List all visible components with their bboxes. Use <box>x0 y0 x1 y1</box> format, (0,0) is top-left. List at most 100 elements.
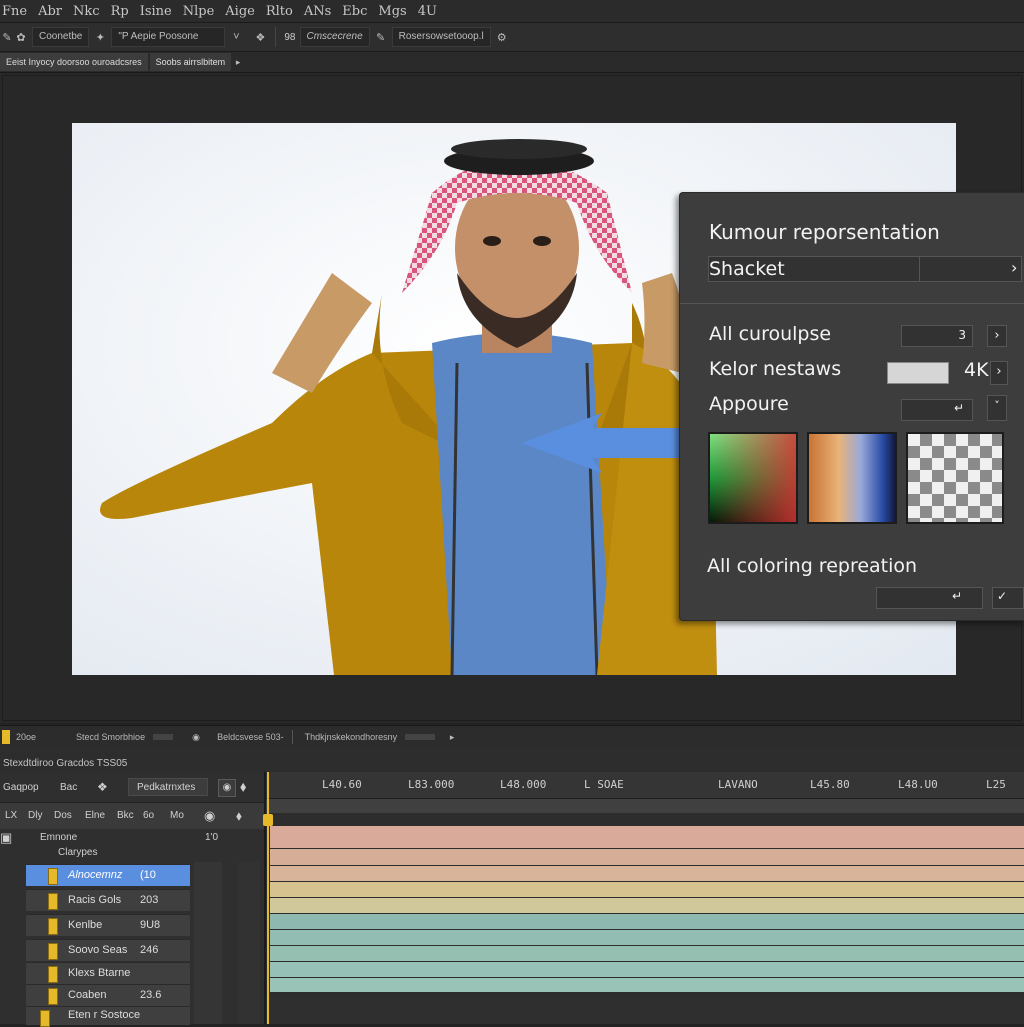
track-bar[interactable] <box>270 898 1024 913</box>
column-header: Bkc <box>117 810 134 821</box>
playhead[interactable] <box>267 772 269 1024</box>
mode-field[interactable]: Cmscecrene <box>299 27 370 47</box>
row2-value: 4K <box>964 359 989 381</box>
pin-icon[interactable]: ❖ <box>253 31 267 44</box>
row2-arrow-button[interactable]: › <box>990 361 1008 385</box>
warning-indicator <box>2 730 10 744</box>
timecode-label: L SOAE <box>584 778 624 791</box>
menu-item-edit[interactable]: Abr <box>38 4 73 19</box>
pencil-icon[interactable]: ✎ <box>374 31 388 44</box>
column-header: Elne <box>85 810 106 821</box>
divider <box>919 257 920 281</box>
row2-color-swatch[interactable] <box>887 362 949 384</box>
menu-item-layer[interactable]: Rp <box>111 4 140 19</box>
document-tab[interactable]: Eeist Inyocy doorsoo ouroadcsres <box>0 53 148 71</box>
layer-name: Kenlbe <box>68 919 103 931</box>
track-bar[interactable] <box>270 826 1024 848</box>
property-column <box>194 862 222 1024</box>
row1-arrow-button[interactable]: › <box>987 325 1007 347</box>
panel-tab[interactable]: Pedkatrnxtes <box>128 778 208 796</box>
layer-value: 23.6 <box>140 989 162 1001</box>
menu-item-3d[interactable]: Rlto <box>266 4 304 19</box>
row1-field[interactable]: 3 <box>901 325 973 347</box>
divider <box>291 730 293 744</box>
layer-value: 203 <box>140 894 159 906</box>
film-icon[interactable]: ▣ <box>0 830 18 854</box>
menu-item-view[interactable]: ANs <box>304 4 342 19</box>
record-icon[interactable]: ◉ <box>204 808 215 824</box>
track-bar[interactable] <box>270 866 1024 881</box>
swatch-green-red[interactable] <box>708 432 798 524</box>
layer-row-selected[interactable]: Alnocemnz (10 <box>26 864 190 886</box>
track-bar[interactable] <box>270 930 1024 945</box>
lasso-icon[interactable]: ✿ <box>14 31 28 44</box>
menu-item-type[interactable]: Isine <box>140 4 183 19</box>
chevron-right-icon[interactable]: ▸ <box>231 57 245 68</box>
layer-color-chip <box>48 966 58 983</box>
scroll-column[interactable] <box>238 862 260 1024</box>
record-icon[interactable]: ◉ <box>189 732 203 743</box>
track-bar[interactable] <box>270 882 1024 897</box>
zoom-level[interactable]: 20oe <box>16 732 36 742</box>
arrow-right-icon[interactable]: ▸ <box>445 732 459 743</box>
row3-label: Appoure <box>709 393 789 415</box>
option-field[interactable]: Rosersowsetooop.l <box>391 27 491 47</box>
row3-field[interactable]: ↵ <box>901 399 973 421</box>
preset-dropdown[interactable]: "P Aepie Poosone <box>111 27 226 47</box>
layer-row[interactable]: Klexs Btarne <box>26 962 190 984</box>
source-dropdown[interactable]: Shacket › <box>708 256 1022 282</box>
layer-row[interactable]: Racis Gols 203 <box>26 889 190 911</box>
layer-name: Soovo Seas <box>68 944 128 956</box>
menu-item-window[interactable]: Mgs <box>378 4 417 19</box>
mode-column: LX <box>5 810 18 821</box>
layer-color-chip <box>48 943 58 960</box>
menu-item-image[interactable]: Nkc <box>73 4 111 19</box>
chevron-right-icon: › <box>1011 258 1018 277</box>
track-bar[interactable] <box>270 946 1024 961</box>
menu-item-filter[interactable]: Aige <box>225 4 266 19</box>
layer-row[interactable]: Eten r Sostoce <box>26 1006 190 1027</box>
gear-icon[interactable]: ⚙ <box>495 31 509 44</box>
status-detail: Thdkjnskekondhoresny <box>304 732 398 742</box>
menu-item-help[interactable]: 4U <box>418 4 448 19</box>
work-area-bar[interactable] <box>266 799 1024 813</box>
timecode-label: L83.000 <box>408 778 455 791</box>
track-bar[interactable] <box>270 962 1024 977</box>
row2-label: Kelor nestaws <box>709 358 842 380</box>
return-icon: ↵ <box>951 589 962 603</box>
camera-icon[interactable]: ◉ <box>218 779 236 797</box>
compass-icon[interactable]: ❖ <box>97 780 108 794</box>
time-ruler[interactable]: L40.60 L83.000 L48.000 L SOAE LAVANO L45… <box>266 772 1024 799</box>
column-header-row: LX Dly Dos Elne Bkc 6o Mo ◉ ⬧ <box>0 802 264 829</box>
column-header: 6o <box>143 810 155 821</box>
track-empty-area[interactable] <box>266 996 1024 1024</box>
timecode-label: L48.U0 <box>898 778 938 791</box>
confirm-button[interactable]: ✓ <box>992 587 1024 609</box>
brush-icon[interactable]: ✎ <box>0 31 14 44</box>
diamond-icon[interactable]: ⬧ <box>240 778 246 795</box>
status-slider[interactable] <box>405 734 436 740</box>
status-info: Stecd Smorbhioe <box>76 732 146 742</box>
chevron-down-icon[interactable]: ˅ <box>229 31 243 43</box>
swatch-orange-blue[interactable] <box>807 432 897 524</box>
track-bar[interactable] <box>270 914 1024 929</box>
row3-arrow-button[interactable]: ˅ <box>987 395 1007 421</box>
layer-row[interactable]: Kenlbe 9U8 <box>26 914 190 936</box>
layer-row[interactable]: Soovo Seas 246 <box>26 939 190 961</box>
swatch-transparent[interactable] <box>906 432 1004 524</box>
footer-field[interactable]: ↵ <box>876 587 983 609</box>
section-value: 1'0 <box>205 832 219 843</box>
document-subtab[interactable]: Soobs airrslbitem <box>149 53 232 71</box>
section-sublabel: Clarypes <box>58 847 98 858</box>
menu-item-file[interactable]: Fne <box>0 4 38 19</box>
playhead-handle[interactable] <box>263 814 273 826</box>
layer-row[interactable]: Coaben 23.6 <box>26 984 190 1006</box>
menu-item-select[interactable]: Nlpe <box>183 4 226 19</box>
diamond-icon[interactable]: ⬧ <box>236 808 242 824</box>
status-slider[interactable] <box>153 734 174 740</box>
preset-field[interactable]: Coonetbe <box>32 27 90 47</box>
track-bar[interactable] <box>270 849 1024 865</box>
menu-item-plugins[interactable]: Ebc <box>342 4 378 19</box>
arrow-icon[interactable]: ✦ <box>93 31 107 44</box>
track-bar[interactable] <box>270 978 1024 992</box>
